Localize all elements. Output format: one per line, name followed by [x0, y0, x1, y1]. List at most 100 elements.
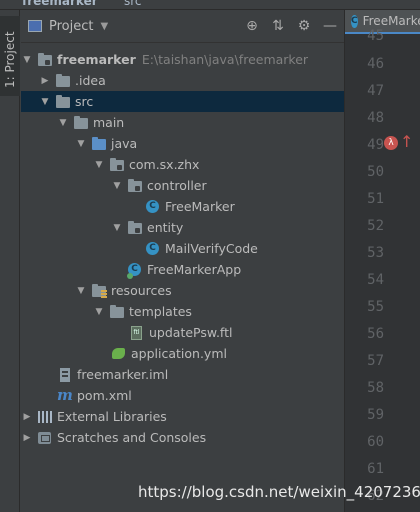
- tree-item-label: src: [75, 94, 94, 109]
- module-path: E:\taishan\java\freemarker: [141, 52, 309, 67]
- chevron-down-icon[interactable]: ▼: [111, 223, 123, 233]
- arrow-up-icon[interactable]: ↑: [400, 132, 413, 151]
- editor-area: C FreeMarker 45 46 47 48 49 50 51 52 53 …: [344, 10, 420, 512]
- line-number: 60: [367, 434, 384, 450]
- gear-icon[interactable]: ⚙: [296, 18, 312, 34]
- line-number: 56: [367, 326, 384, 342]
- line-number: 48: [367, 110, 384, 126]
- tree-item-label: freemarker: [57, 52, 136, 67]
- resources-folder-icon: [91, 283, 107, 298]
- scratch-icon: [37, 431, 53, 445]
- collapse-all-icon[interactable]: ⇅: [270, 18, 286, 34]
- tree-item-freemarker-class[interactable]: C FreeMarker: [21, 196, 344, 217]
- chevron-right-icon[interactable]: ▶: [21, 433, 33, 443]
- line-number: 55: [367, 299, 384, 315]
- tree-item-src[interactable]: ▼ src: [21, 91, 344, 112]
- tree-item-label: main: [93, 115, 125, 130]
- tree-item-mailverifycode[interactable]: C MailVerifyCode: [21, 238, 344, 259]
- class-icon: C: [351, 14, 358, 28]
- breadcrumb-src[interactable]: src: [124, 0, 142, 8]
- line-number: 49: [367, 137, 384, 153]
- chevron-down-icon[interactable]: ▼: [57, 118, 69, 128]
- class-icon: C: [145, 241, 161, 256]
- chevron-down-icon[interactable]: ▼: [39, 97, 51, 107]
- tree-item-package-root[interactable]: ▼ com.sx.zhx: [21, 154, 344, 175]
- minimize-icon[interactable]: —: [322, 18, 338, 34]
- crosshair-icon[interactable]: ⊕: [244, 18, 260, 34]
- tree-item-freemarkerapp[interactable]: C FreeMarkerApp: [21, 259, 344, 280]
- line-number: 54: [367, 272, 384, 288]
- module-folder-icon: [37, 52, 53, 67]
- line-number: 57: [367, 353, 384, 369]
- tree-item-label: controller: [147, 178, 207, 193]
- line-number: 50: [367, 164, 384, 180]
- tree-item-label: updatePsw.ftl: [149, 325, 233, 340]
- folder-icon: [55, 94, 71, 109]
- chevron-down-icon[interactable]: ▼: [21, 55, 33, 65]
- package-icon: [109, 157, 125, 172]
- tree-item-label: resources: [111, 283, 172, 298]
- tree-item-pom-xml[interactable]: m pom.xml: [21, 385, 344, 406]
- tree-item-label: .idea: [75, 73, 106, 88]
- tree-item-label: entity: [147, 220, 184, 235]
- folder-icon: [55, 73, 71, 88]
- tree-item-freemarker-iml[interactable]: freemarker.iml: [21, 364, 344, 385]
- chevron-down-icon[interactable]: ▼: [100, 21, 108, 32]
- line-number: 59: [367, 407, 384, 423]
- class-icon: C: [145, 199, 161, 214]
- tree-item-templates[interactable]: ▼ templates: [21, 301, 344, 322]
- tree-item-main[interactable]: ▼ main: [21, 112, 344, 133]
- line-number-gutter[interactable]: 45 46 47 48 49 50 51 52 53 54 55 56 57 5…: [345, 28, 420, 512]
- iml-file-icon: [57, 367, 73, 382]
- override-marker-icon[interactable]: λ: [384, 136, 398, 150]
- tree-item-label: freemarker.iml: [77, 367, 169, 382]
- line-number: 61: [367, 461, 384, 477]
- source-folder-icon: [91, 136, 107, 151]
- tree-item-label: MailVerifyCode: [165, 241, 258, 256]
- tree-item-updatepsw-ftl[interactable]: ftl updatePsw.ftl: [21, 322, 344, 343]
- line-number: 52: [367, 218, 384, 234]
- chevron-right-icon[interactable]: ▶: [21, 412, 33, 422]
- chevron-down-icon[interactable]: ▼: [75, 139, 87, 149]
- maven-icon: m: [57, 385, 73, 404]
- tree-item-label: templates: [129, 304, 192, 319]
- tree-item-label: com.sx.zhx: [129, 157, 200, 172]
- tree-item-entity[interactable]: ▼ entity: [21, 217, 344, 238]
- project-tool-tab[interactable]: 1: Project: [0, 16, 20, 96]
- chevron-down-icon[interactable]: ▼: [93, 160, 105, 170]
- tree-item-controller[interactable]: ▼ controller: [21, 175, 344, 196]
- project-view-selector[interactable]: Project: [49, 19, 93, 34]
- yml-file-icon: [111, 347, 127, 361]
- chevron-down-icon[interactable]: ▼: [111, 181, 123, 191]
- folder-icon: [109, 304, 125, 319]
- tree-item-label: java: [111, 136, 138, 151]
- tree-item-scratches[interactable]: ▶ Scratches and Consoles: [21, 427, 344, 448]
- line-number: 53: [367, 245, 384, 261]
- project-panel-header: Project ▼ ⊕ ⇅ ⚙ —: [21, 10, 344, 43]
- chevron-down-icon[interactable]: ▼: [75, 286, 87, 296]
- tree-item-label: External Libraries: [57, 409, 167, 424]
- tree-item-external-libraries[interactable]: ▶ External Libraries: [21, 406, 344, 427]
- tree-item-application-yml[interactable]: application.yml: [21, 343, 344, 364]
- editor-tab-label: FreeMarker: [362, 14, 420, 28]
- tree-item-freemarker[interactable]: ▼ freemarker E:\taishan\java\freemarker: [21, 49, 344, 70]
- tree-item-label: application.yml: [131, 346, 227, 361]
- breadcrumb-project[interactable]: freemarker: [22, 0, 98, 8]
- breadcrumb: freemarker src: [0, 0, 420, 10]
- library-icon: [37, 410, 53, 424]
- tree-item-java[interactable]: ▼ java: [21, 133, 344, 154]
- tree-item-resources[interactable]: ▼ resources: [21, 280, 344, 301]
- runnable-class-icon: C: [127, 262, 143, 279]
- line-number: 47: [367, 83, 384, 99]
- package-icon: [127, 178, 143, 193]
- package-icon: [127, 220, 143, 235]
- tool-window-strip: 1: Project: [0, 10, 20, 512]
- folder-icon: [73, 115, 89, 130]
- chevron-down-icon[interactable]: ▼: [93, 307, 105, 317]
- line-number: 45: [367, 28, 384, 44]
- ftl-file-icon: ftl: [129, 325, 145, 340]
- project-tool-tab-label: 1: Project: [3, 31, 17, 88]
- tree-item-idea[interactable]: ▶ .idea: [21, 70, 344, 91]
- panel-toolbar: ⊕ ⇅ ⚙ —: [244, 18, 344, 34]
- chevron-right-icon[interactable]: ▶: [39, 76, 51, 86]
